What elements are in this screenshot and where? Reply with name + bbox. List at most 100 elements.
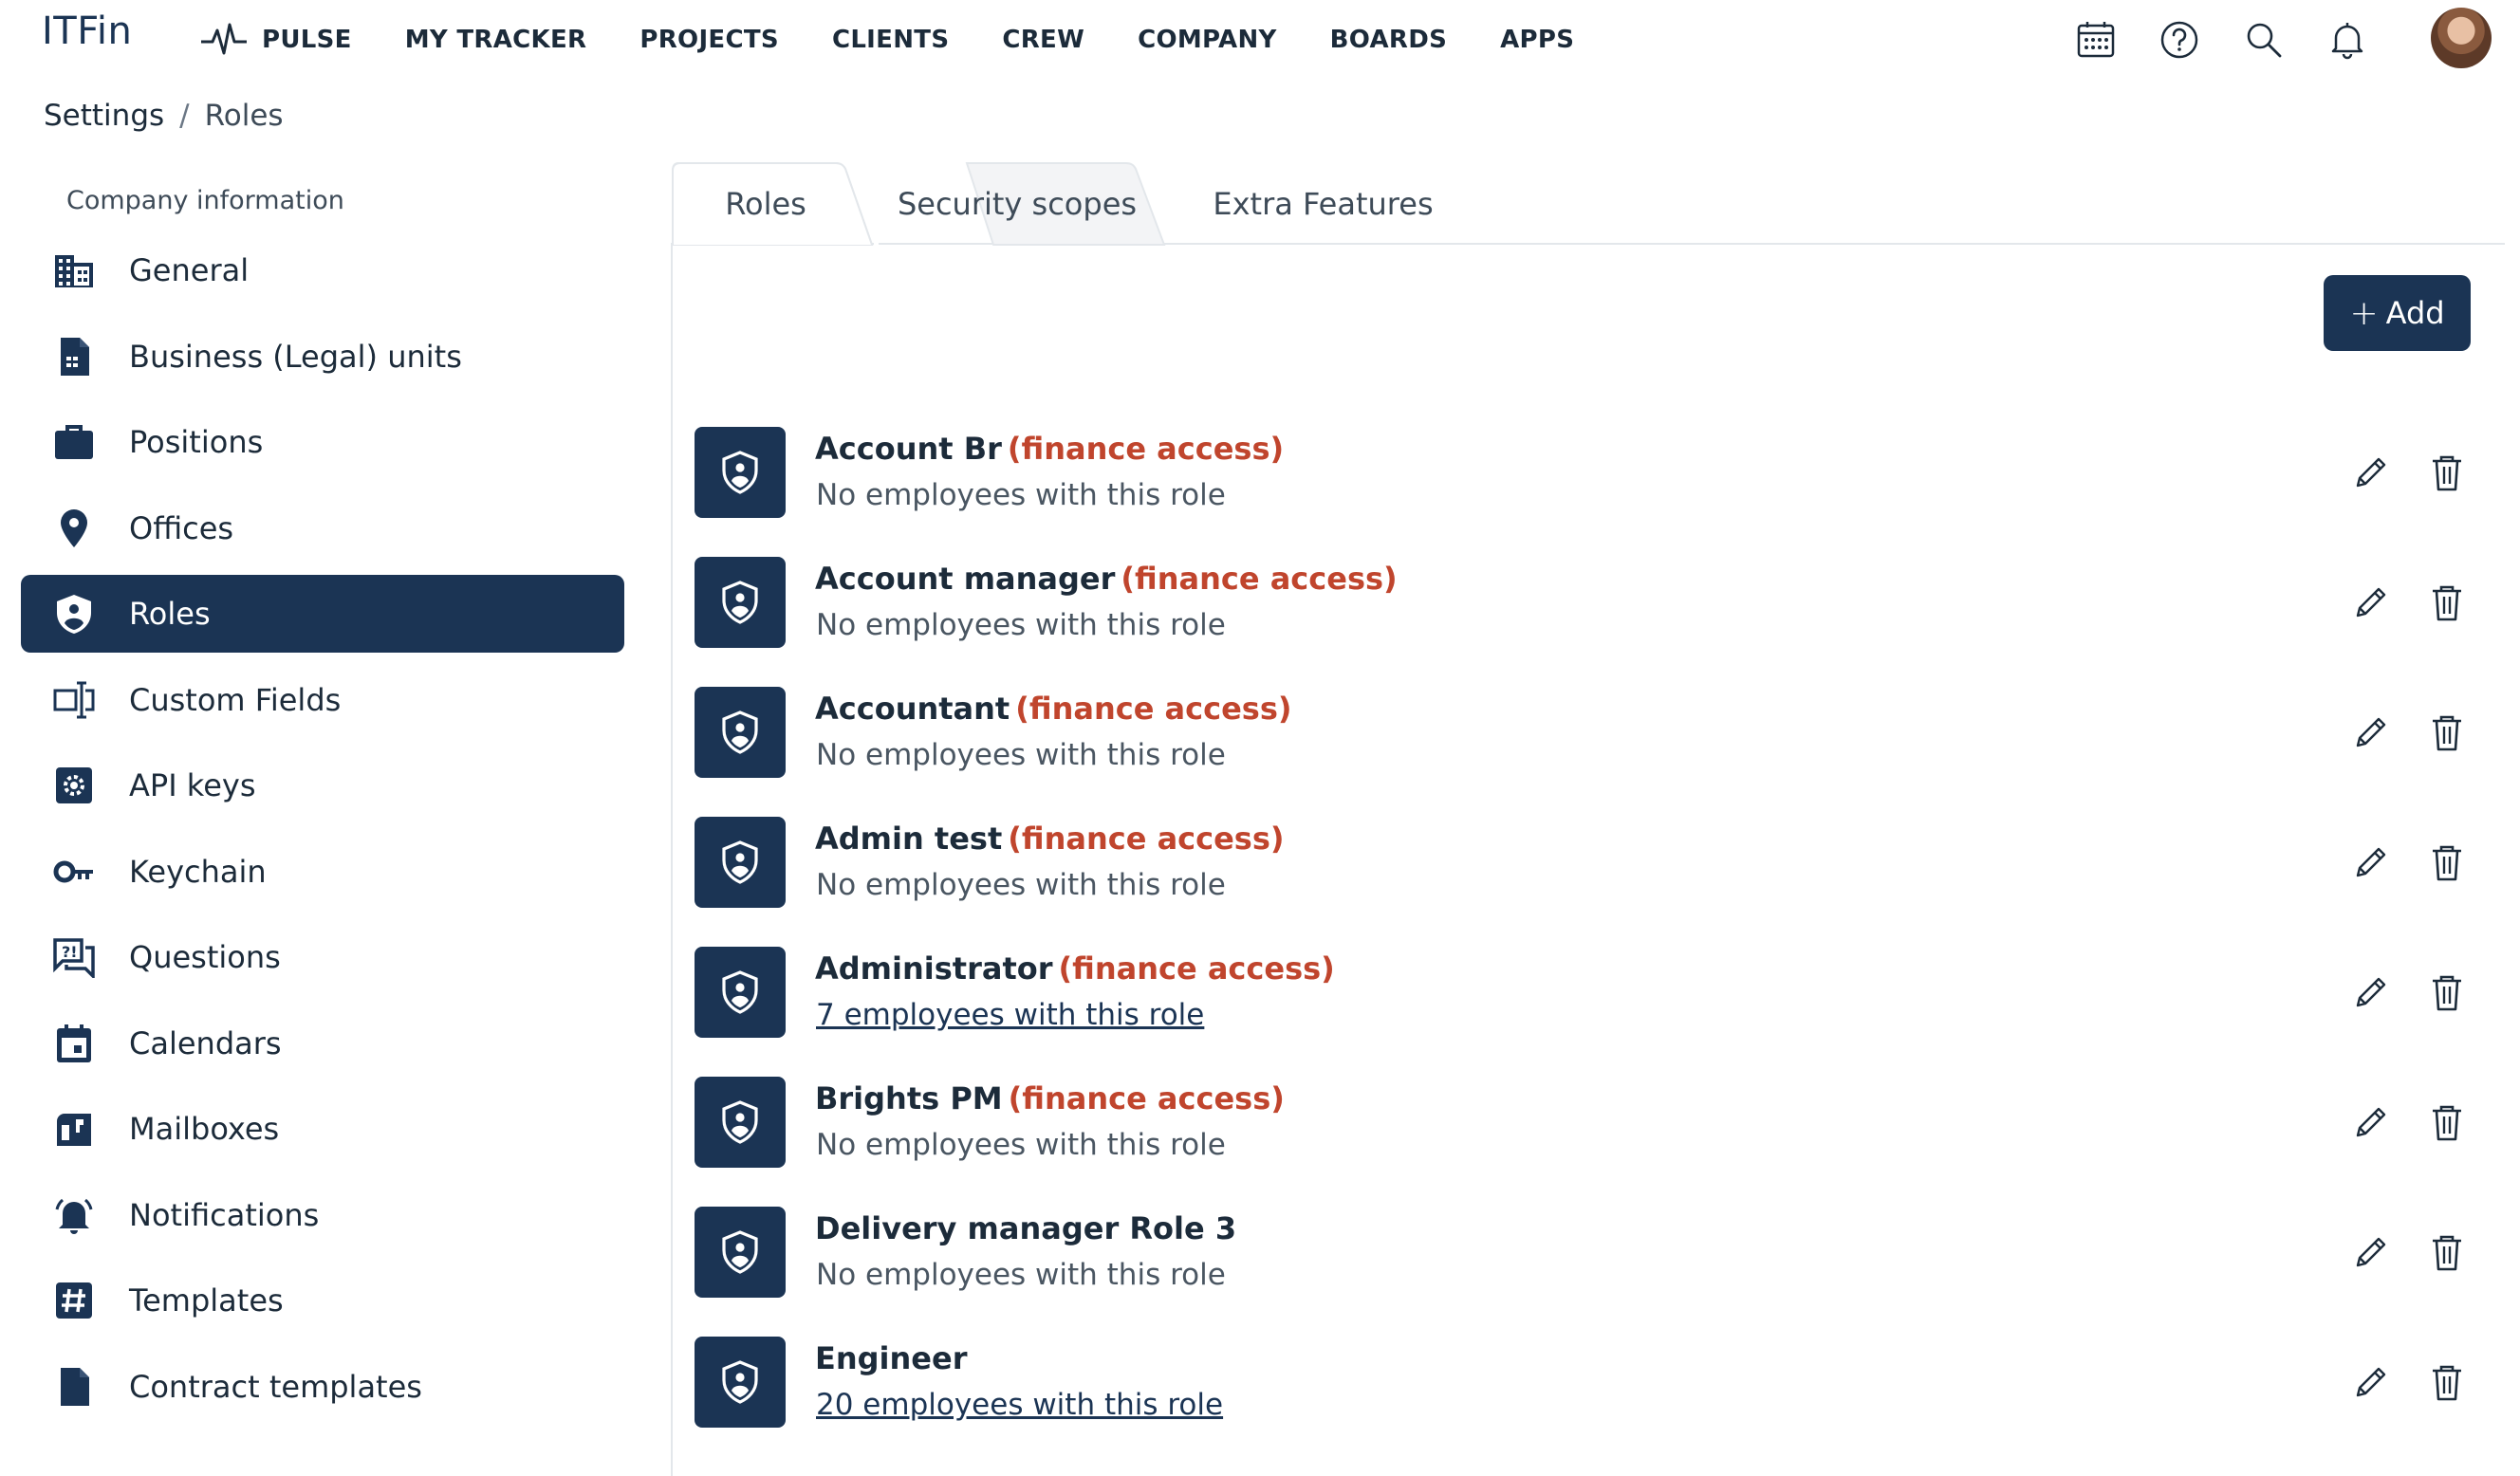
search-icon[interactable] xyxy=(2243,19,2285,61)
nav-item-clients[interactable]: CLIENTS xyxy=(832,26,949,54)
edit-pencil-icon[interactable] xyxy=(2350,841,2392,883)
tab-extra-features[interactable]: Extra Features xyxy=(1159,161,1487,245)
sidebar-item-roles[interactable]: Roles xyxy=(21,575,624,653)
edit-pencil-icon[interactable] xyxy=(2350,452,2392,493)
role-name: Brights PM (finance access) xyxy=(815,1080,1285,1116)
tab-label: Extra Features xyxy=(1213,186,1434,222)
sidebar-item-keychain[interactable]: Keychain xyxy=(21,833,624,911)
sidebar-item-label: General xyxy=(129,252,250,288)
sidebar-item-label: Keychain xyxy=(129,853,267,890)
sidebar-item-business-units[interactable]: Business (Legal) units xyxy=(21,318,624,396)
role-employees-link[interactable]: 20 employees with this role xyxy=(816,1388,1223,1422)
trash-icon[interactable] xyxy=(2426,711,2468,753)
role-shield-badge xyxy=(695,1207,786,1298)
trash-icon[interactable] xyxy=(2426,1101,2468,1143)
sidebar-item-label: Mailboxes xyxy=(129,1111,280,1147)
tab-bar: Roles Security scopes Extra Features xyxy=(671,161,1525,246)
document-icon xyxy=(61,337,89,376)
edit-pencil-icon[interactable] xyxy=(2350,971,2392,1013)
finance-access-flag: (finance access) xyxy=(1007,431,1285,467)
sidebar-item-api-keys[interactable]: API keys xyxy=(21,747,624,824)
shield-icon xyxy=(722,581,758,624)
role-name-text: Accountant xyxy=(815,691,1010,727)
sidebar-item-offices[interactable]: Offices xyxy=(21,489,624,567)
sidebar-item-custom-fields[interactable]: Custom Fields xyxy=(21,661,624,739)
question-chat-icon: ?! xyxy=(53,938,95,978)
sidebar-item-positions[interactable]: Positions xyxy=(21,403,624,481)
sidebar: General Business (Legal) units Positions… xyxy=(21,231,624,1433)
app-logo[interactable]: ITFin xyxy=(42,9,132,53)
mailbox-icon xyxy=(57,1114,91,1146)
avatar[interactable] xyxy=(2431,8,2492,68)
role-name: Account manager (finance access) xyxy=(815,561,1398,597)
sidebar-item-templates[interactable]: Templates xyxy=(21,1262,624,1339)
role-employee-count: No employees with this role xyxy=(816,1258,1226,1292)
role-row: Brights PM (finance access) No employees … xyxy=(695,1077,2478,1207)
pulse-icon xyxy=(201,23,247,55)
trash-icon[interactable] xyxy=(2426,1361,2468,1403)
role-row: Administrator (finance access) 7 employee… xyxy=(695,947,2478,1077)
edit-pencil-icon[interactable] xyxy=(2350,711,2392,753)
tab-label: Security scopes xyxy=(897,186,1138,222)
trash-icon[interactable] xyxy=(2426,971,2468,1013)
breadcrumb-settings[interactable]: Settings xyxy=(44,99,164,133)
custom-field-icon xyxy=(53,681,95,718)
sidebar-item-label: API keys xyxy=(129,767,256,803)
edit-pencil-icon[interactable] xyxy=(2350,1101,2392,1143)
role-name: Admin test (finance access) xyxy=(815,821,1285,857)
bell-ring-icon xyxy=(55,1198,93,1234)
sidebar-item-label: Contract templates xyxy=(129,1368,422,1405)
tab-label: Roles xyxy=(725,186,806,222)
sidebar-item-calendars[interactable]: Calendars xyxy=(21,1005,624,1082)
role-name: Engineer xyxy=(815,1340,973,1376)
hash-icon xyxy=(56,1282,92,1319)
role-row: Engineer 20 employees with this role xyxy=(695,1337,2478,1467)
nav-item-projects[interactable]: PROJECTS xyxy=(639,26,779,54)
trash-icon[interactable] xyxy=(2426,1231,2468,1273)
tab-roles[interactable]: Roles xyxy=(671,161,861,245)
sidebar-heading: Company information xyxy=(66,186,344,215)
nav-item-company[interactable]: COMPANY xyxy=(1138,26,1277,54)
finance-access-flag: (finance access) xyxy=(1058,950,1335,987)
sidebar-item-notifications[interactable]: Notifications xyxy=(21,1176,624,1254)
edit-pencil-icon[interactable] xyxy=(2350,1361,2392,1403)
calendar-grid-icon[interactable] xyxy=(2075,19,2117,61)
role-employees-link[interactable]: 7 employees with this role xyxy=(816,998,1204,1032)
sidebar-item-label: Notifications xyxy=(129,1196,320,1233)
role-name: Accountant (finance access) xyxy=(815,691,1291,727)
sidebar-item-label: Templates xyxy=(129,1282,284,1319)
role-employee-count: No employees with this role xyxy=(816,608,1226,642)
role-row: Delivery manager Role 3 No employees wit… xyxy=(695,1207,2478,1337)
trash-icon[interactable] xyxy=(2426,452,2468,493)
sidebar-item-mailboxes[interactable]: Mailboxes xyxy=(21,1090,624,1168)
role-employee-count: No employees with this role xyxy=(816,478,1226,512)
role-name-text: Brights PM xyxy=(815,1080,1003,1116)
role-shield-badge xyxy=(695,817,786,908)
trash-icon[interactable] xyxy=(2426,581,2468,623)
nav-item-pulse[interactable]: PULSE xyxy=(199,21,352,59)
add-role-button[interactable]: + Add xyxy=(2324,275,2471,351)
edit-pencil-icon[interactable] xyxy=(2350,1231,2392,1273)
sidebar-item-questions[interactable]: ?! Questions xyxy=(21,918,624,996)
bell-icon[interactable] xyxy=(2326,19,2368,61)
breadcrumb-current: Roles xyxy=(204,99,284,133)
location-pin-icon xyxy=(61,508,87,547)
edit-pencil-icon[interactable] xyxy=(2350,581,2392,623)
shield-icon xyxy=(722,970,758,1014)
tab-security-scopes-label-area[interactable]: Security scopes xyxy=(875,161,1159,245)
nav-item-boards[interactable]: BOARDS xyxy=(1330,26,1447,54)
nav-item-crew[interactable]: CREW xyxy=(1002,26,1084,54)
sidebar-item-contract-templates[interactable]: Contract templates xyxy=(21,1348,624,1426)
sidebar-item-label: Questions xyxy=(129,939,281,975)
roles-list: Account Br (finance access) No employees … xyxy=(695,427,2478,1467)
trash-icon[interactable] xyxy=(2426,841,2468,883)
role-shield-badge xyxy=(695,687,786,778)
nav-item-my-tracker[interactable]: MY TRACKER xyxy=(405,26,587,54)
shield-icon xyxy=(722,840,758,884)
sidebar-item-general[interactable]: General xyxy=(21,231,624,309)
role-name: Delivery manager Role 3 xyxy=(815,1210,1242,1246)
file-icon xyxy=(61,1367,89,1406)
help-icon[interactable] xyxy=(2159,19,2200,61)
shield-icon xyxy=(722,451,758,494)
nav-item-apps[interactable]: APPS xyxy=(1500,26,1574,54)
